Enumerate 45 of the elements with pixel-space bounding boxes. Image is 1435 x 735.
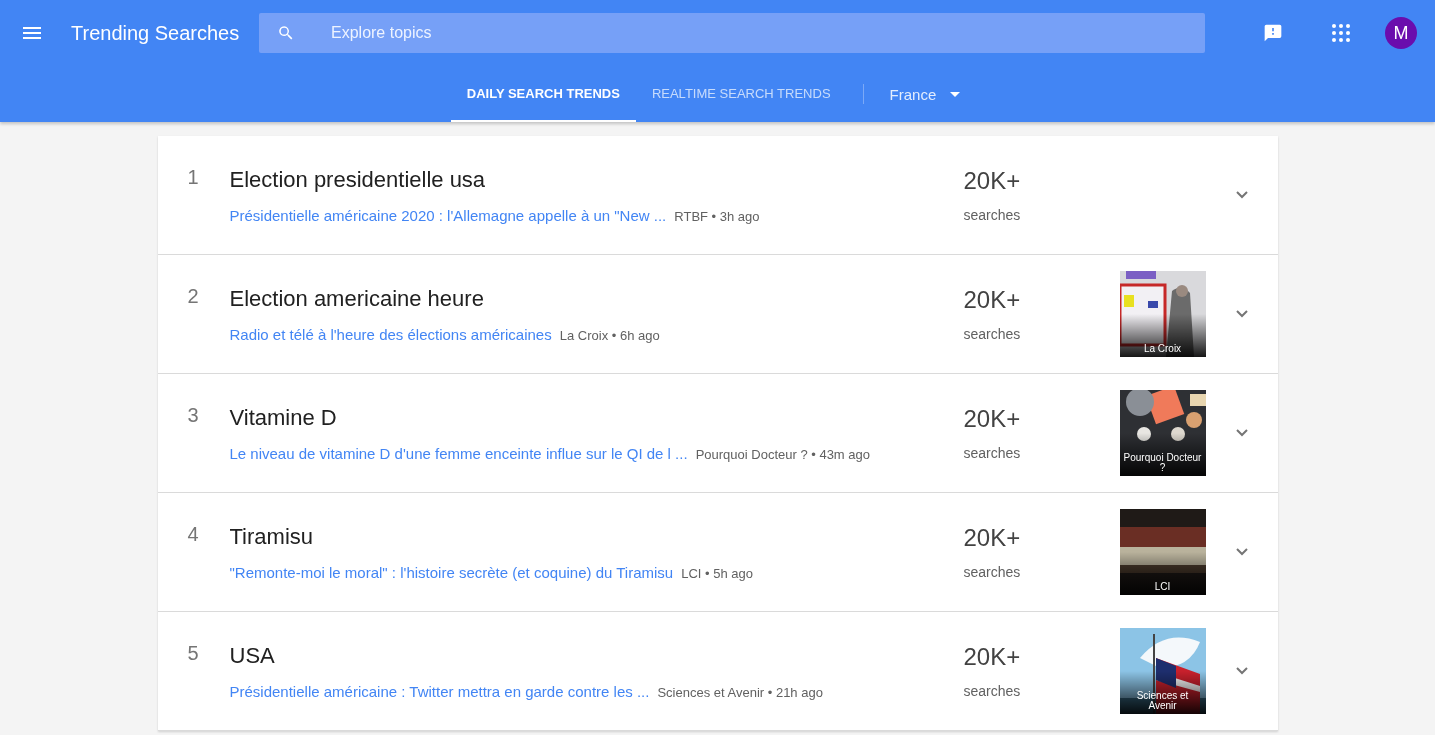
apps-icon[interactable]: [1329, 21, 1353, 45]
search-count: 20K+: [963, 524, 1022, 552]
thumbnail-caption: Sciences et Avenir: [1135, 691, 1190, 711]
article-source: Sciences et Avenir • 21h ago: [657, 684, 823, 700]
rank-number: 2: [187, 285, 200, 308]
article-source: La Croix • 6h ago: [559, 327, 660, 343]
search-field[interactable]: Explore topics: [259, 13, 1205, 53]
rank-number: 1: [187, 166, 200, 189]
search-count: 20K+: [963, 167, 1022, 195]
tab[interactable]: DAILY SEARCH TRENDS: [450, 66, 636, 122]
article-link[interactable]: Radio et télé à l'heure des élections américaines: [229, 325, 552, 343]
dropdown-caret-icon: [950, 91, 961, 97]
thumbnail-caption: Pourquoi Docteur ?: [1122, 453, 1203, 473]
rank-number: 5: [187, 642, 200, 665]
search-count: 20K+: [963, 643, 1022, 671]
user-avatar[interactable]: M: [1385, 17, 1417, 49]
trend-title[interactable]: USA: [229, 642, 964, 669]
trend-title[interactable]: Tiramisu: [229, 523, 964, 550]
article-thumbnail[interactable]: Pourquoi Docteur ?: [1119, 390, 1206, 476]
article-link[interactable]: Présidentielle américaine 2020 : l'Allemagne appelle à un "New ...: [229, 206, 667, 224]
search-count-label: searches: [963, 207, 1022, 223]
article-thumbnail[interactable]: LCI: [1119, 509, 1206, 595]
article-thumbnail[interactable]: La Croix: [1119, 271, 1206, 357]
article-source: LCI • 5h ago: [681, 565, 753, 581]
rank-number: 3: [187, 404, 200, 427]
rank-number: 4: [187, 523, 200, 546]
trend-title[interactable]: Vitamine D: [229, 404, 964, 431]
thumbnail-caption: LCI: [1153, 582, 1172, 592]
search-icon: [277, 24, 295, 42]
search-count-label: searches: [963, 445, 1022, 461]
article-thumbnail[interactable]: Sciences et Avenir: [1119, 628, 1206, 714]
article-source: Pourquoi Docteur ? • 43m ago: [695, 446, 870, 462]
article-link[interactable]: "Remonte-moi le moral" : l'histoire secrète (et coquine) du Tiramisu: [229, 563, 674, 581]
trend-title[interactable]: Election presidentielle usa: [229, 166, 964, 193]
thumbnail-caption: La Croix: [1142, 344, 1183, 354]
search-count: 20K+: [963, 405, 1022, 433]
trend-title[interactable]: Election americaine heure: [229, 285, 964, 312]
search-count-label: searches: [963, 326, 1022, 342]
search-count-label: searches: [963, 683, 1022, 699]
app-title: Trending Searches: [71, 21, 241, 45]
search-count-label: searches: [963, 564, 1022, 580]
article-source: RTBF • 3h ago: [674, 208, 760, 224]
article-link[interactable]: Présidentielle américaine : Twitter mettra en garde contre les ...: [229, 682, 650, 700]
article-link[interactable]: Le niveau de vitamine D d'une femme enceinte influe sur le QI de l ...: [229, 444, 688, 462]
search-count: 20K+: [963, 286, 1022, 314]
